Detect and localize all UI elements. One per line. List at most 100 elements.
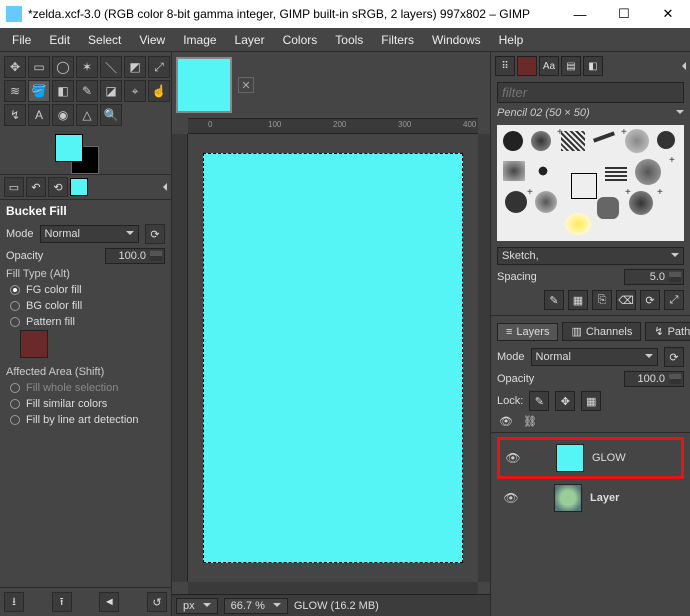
- scrollbar-horizontal[interactable]: [188, 582, 478, 594]
- menu-view[interactable]: View: [131, 31, 173, 49]
- tool-options-tab-icon[interactable]: ▭: [4, 177, 24, 197]
- rect-select-tool-icon[interactable]: ▭: [28, 56, 50, 78]
- undo-history-tab-icon[interactable]: ⟲: [48, 177, 68, 197]
- free-select-tool-icon[interactable]: ◯: [52, 56, 74, 78]
- fill-selection-radio[interactable]: [10, 383, 20, 393]
- move-tool-icon[interactable]: ✥: [4, 56, 26, 78]
- smudge-tool-icon[interactable]: ☝: [148, 80, 170, 102]
- menu-filters[interactable]: Filters: [373, 31, 422, 49]
- ruler-vertical[interactable]: [172, 134, 188, 582]
- layers-tab[interactable]: ≡Layers: [497, 323, 558, 341]
- history-tab-icon[interactable]: ▤: [561, 56, 581, 76]
- brush-filter-input[interactable]: [497, 82, 684, 103]
- mode-reverse-icon[interactable]: ⟳: [145, 224, 165, 244]
- refresh-brush-icon[interactable]: ⟳: [640, 290, 660, 310]
- menu-layer[interactable]: Layer: [227, 31, 273, 49]
- menu-file[interactable]: File: [4, 31, 39, 49]
- lock-alpha-icon[interactable]: ▦: [581, 391, 601, 411]
- gradient-tool-icon[interactable]: ◧: [52, 80, 74, 102]
- brushes-tab-icon[interactable]: ⠿: [495, 56, 515, 76]
- measure-tool-icon[interactable]: △: [76, 104, 98, 126]
- unit-select[interactable]: px: [176, 598, 218, 614]
- layer-mode-select[interactable]: Normal: [531, 348, 658, 366]
- fill-lineart-radio[interactable]: [10, 415, 20, 425]
- visibility-toggle-icon[interactable]: 👁: [504, 451, 522, 465]
- pencil-tool-icon[interactable]: ✎: [76, 80, 98, 102]
- channels-tab[interactable]: ▥Channels: [562, 322, 641, 341]
- patterns-tab-icon[interactable]: [517, 56, 537, 76]
- close-button[interactable]: ✕: [646, 0, 690, 28]
- duplicate-brush-icon[interactable]: ⎘: [592, 290, 612, 310]
- statusbar: px 66.7 % GLOW (16.2 MB): [172, 594, 490, 616]
- device-status-tab-icon[interactable]: ↶: [26, 177, 46, 197]
- opacity-spinner[interactable]: 100.0: [105, 248, 165, 264]
- save-preset-icon[interactable]: ⭳: [4, 592, 24, 612]
- color-swatch[interactable]: [55, 134, 115, 174]
- maximize-button[interactable]: ☐: [602, 0, 646, 28]
- brush-grid[interactable]: + + + + + +: [497, 125, 684, 241]
- menu-image[interactable]: Image: [175, 31, 224, 49]
- gradients-tab-icon[interactable]: ◧: [583, 56, 603, 76]
- scrollbar-vertical[interactable]: [478, 134, 490, 582]
- new-brush-icon[interactable]: ▦: [568, 290, 588, 310]
- zoom-select[interactable]: 66.7 %: [224, 598, 288, 614]
- fuzzy-select-tool-icon[interactable]: ✶: [76, 56, 98, 78]
- layer-name[interactable]: GLOW: [592, 452, 626, 464]
- warp-tool-icon[interactable]: ≋: [4, 80, 26, 102]
- menu-tools[interactable]: Tools: [327, 31, 371, 49]
- fonts-tab-icon[interactable]: Aa: [539, 56, 559, 76]
- layer-opacity-spinner[interactable]: 100.0: [624, 371, 684, 387]
- menu-help[interactable]: Help: [491, 31, 532, 49]
- layer-row-layer[interactable]: 👁 Layer: [497, 479, 684, 517]
- brush-tag-select[interactable]: Sketch,: [497, 247, 684, 265]
- reset-preset-icon[interactable]: ↺: [147, 592, 167, 612]
- canvas-area[interactable]: [188, 134, 478, 582]
- dock-menu-icon[interactable]: [159, 183, 167, 191]
- active-color-icon[interactable]: [70, 178, 88, 196]
- layer-mode-switch-icon[interactable]: ⟳: [664, 347, 684, 367]
- paths-tab[interactable]: ↯Paths: [645, 322, 690, 341]
- transform-tool-icon[interactable]: ⤢: [148, 56, 170, 78]
- fill-selection-label: Fill whole selection: [26, 382, 118, 394]
- fg-fill-radio[interactable]: [10, 285, 20, 295]
- eraser-tool-icon[interactable]: ◪: [100, 80, 122, 102]
- menu-windows[interactable]: Windows: [424, 31, 489, 49]
- crop-tool-icon[interactable]: ◩: [124, 56, 146, 78]
- layer-row-glow[interactable]: 👁 GLOW: [497, 437, 684, 479]
- lock-position-icon[interactable]: ✥: [555, 391, 575, 411]
- bg-fill-radio[interactable]: [10, 301, 20, 311]
- clone-tool-icon[interactable]: ⌖: [124, 80, 146, 102]
- layer-name[interactable]: Layer: [590, 492, 619, 504]
- canvas[interactable]: [203, 153, 463, 563]
- layer-thumb: [556, 444, 584, 472]
- ruler-horizontal[interactable]: 0 100 200 300 400: [188, 118, 478, 134]
- menu-colors[interactable]: Colors: [275, 31, 326, 49]
- restore-preset-icon[interactable]: ⭱: [52, 592, 72, 612]
- status-layer: GLOW (16.2 MB): [294, 600, 379, 612]
- path-tool-icon[interactable]: ↯: [4, 104, 26, 126]
- visibility-toggle-icon[interactable]: 👁: [502, 491, 520, 505]
- dock-menu-right-icon[interactable]: [678, 62, 686, 70]
- fg-color-icon[interactable]: [55, 134, 83, 162]
- image-tab-thumb[interactable]: [176, 57, 232, 113]
- fill-similar-radio[interactable]: [10, 399, 20, 409]
- spacing-spinner[interactable]: 5.0: [624, 269, 684, 285]
- delete-brush-icon[interactable]: ⌫: [616, 290, 636, 310]
- brush-size-menu-icon[interactable]: [672, 107, 684, 119]
- color-picker-tool-icon[interactable]: ◉: [52, 104, 74, 126]
- mode-select[interactable]: Normal: [40, 225, 139, 243]
- delete-preset-icon[interactable]: ◄: [99, 592, 119, 612]
- tab-close-icon[interactable]: ✕: [238, 77, 254, 93]
- menu-edit[interactable]: Edit: [41, 31, 78, 49]
- lock-pixels-icon[interactable]: ✎: [529, 391, 549, 411]
- open-as-image-icon[interactable]: ⤢: [664, 290, 684, 310]
- zoom-tool-icon[interactable]: 🔍: [100, 104, 122, 126]
- scissors-tool-icon[interactable]: ＼: [100, 56, 122, 78]
- menu-select[interactable]: Select: [80, 31, 129, 49]
- bucket-fill-tool-icon[interactable]: 🪣: [28, 80, 50, 102]
- pattern-preview[interactable]: [20, 330, 48, 358]
- pattern-fill-radio[interactable]: [10, 317, 20, 327]
- text-tool-icon[interactable]: A: [28, 104, 50, 126]
- minimize-button[interactable]: —: [558, 0, 602, 28]
- edit-brush-icon[interactable]: ✎: [544, 290, 564, 310]
